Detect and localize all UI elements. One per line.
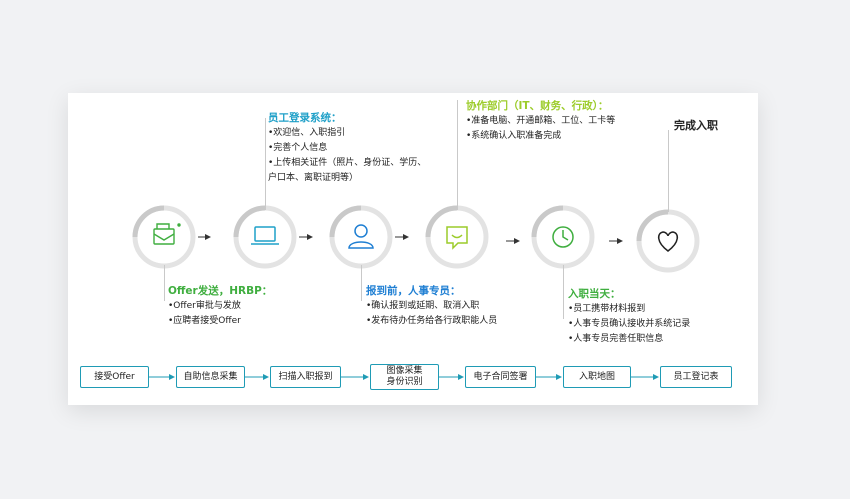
flow-box-accept-offer: 接受Offer bbox=[80, 366, 149, 388]
connector-line-4 bbox=[457, 100, 458, 210]
step-3-item: •发布待办任务给各行政职能人员 bbox=[366, 316, 498, 326]
step-4-text: 协作部门（IT、财务、行政）： •准备电脑、开通邮箱、工位、工卡等 •系统确认入… bbox=[466, 98, 615, 144]
connector-line-2 bbox=[265, 118, 266, 210]
step-1-title: Offer发送，HRBP： bbox=[168, 285, 273, 297]
step-3-text: 报到前，人事专员： •确认报到或延期、取消入职 •发布待办任务给各行政职能人员 bbox=[366, 283, 497, 329]
step-5-item: •人事专员完善任职信息 bbox=[568, 334, 664, 344]
heart-icon bbox=[658, 231, 678, 252]
step-1-text: Offer发送，HRBP： •Offer审批与发放 •应聘者接受Offer bbox=[168, 283, 272, 329]
flow-box-onboard-map: 入职地图 bbox=[563, 366, 631, 388]
chat-icon bbox=[446, 226, 468, 250]
clock-icon bbox=[552, 226, 574, 248]
step-6-circle bbox=[636, 209, 700, 273]
step-1-item: •应聘者接受Offer bbox=[168, 316, 241, 326]
step-5-title: 入职当天： bbox=[568, 288, 621, 300]
flow-box-image-id: 图像采集 身份识别 bbox=[370, 364, 439, 390]
user-icon bbox=[348, 224, 374, 249]
step-5-item: •员工携带材料报到 bbox=[568, 304, 646, 314]
flow-box-label: 图像采集 bbox=[386, 366, 423, 376]
flow-box-label: 扫描入职报到 bbox=[278, 371, 333, 382]
flow-box-label: 自助信息采集 bbox=[183, 371, 238, 382]
step-2-item: 户口本、离职证明等） bbox=[268, 173, 359, 183]
flow-box-e-contract: 电子合同签署 bbox=[465, 366, 536, 388]
flow-box-label: 员工登记表 bbox=[673, 371, 719, 382]
step-4-item: •准备电脑、开通邮箱、工位、工卡等 bbox=[466, 116, 616, 126]
step-1-circle bbox=[132, 205, 196, 269]
flow-box-registration-form: 员工登记表 bbox=[660, 366, 732, 388]
flow-box-label: 接受Offer bbox=[94, 371, 135, 382]
step-2-title: 员工登录系统： bbox=[268, 112, 342, 124]
flow-box-scan-checkin: 扫描入职报到 bbox=[270, 366, 341, 388]
step-4-item: •系统确认入职准备完成 bbox=[466, 131, 562, 141]
connector-line-3 bbox=[361, 265, 362, 301]
step-2-text: 员工登录系统： •欢迎信、入职指引 •完善个人信息 •上传相关证件（照片、身份证… bbox=[268, 110, 426, 186]
step-2-item: •欢迎信、入职指引 bbox=[268, 128, 346, 138]
connector-line-5 bbox=[563, 265, 564, 319]
step-2-circle bbox=[233, 205, 297, 269]
step-2-item: •完善个人信息 bbox=[268, 143, 328, 153]
laptop-icon bbox=[251, 226, 279, 245]
step-5-text: 入职当天： •员工携带材料报到 •人事专员确认接收并系统记录 •人事专员完善任职… bbox=[568, 286, 690, 347]
step-1-item: •Offer审批与发放 bbox=[168, 301, 241, 311]
flow-box-label: 身份识别 bbox=[386, 377, 423, 387]
flow-box-label: 入职地图 bbox=[578, 371, 615, 382]
step-6-title: 完成入职 bbox=[674, 119, 718, 132]
step-4-title: 协作部门（IT、财务、行政）： bbox=[466, 100, 609, 112]
connector-line-6 bbox=[668, 130, 669, 212]
step-3-item: •确认报到或延期、取消入职 bbox=[366, 301, 480, 311]
connector-line-1 bbox=[164, 265, 165, 301]
step-3-title: 报到前，人事专员： bbox=[366, 285, 461, 297]
step-6-text: 完成入职 bbox=[674, 118, 718, 134]
step-5-item: •人事专员确认接收并系统记录 bbox=[568, 319, 691, 329]
flow-box-self-info: 自助信息采集 bbox=[176, 366, 245, 388]
step-2-item: •上传相关证件（照片、身份证、学历、 bbox=[268, 158, 427, 168]
flow-box-label: 电子合同签署 bbox=[473, 371, 528, 382]
process-graphic bbox=[132, 205, 700, 380]
